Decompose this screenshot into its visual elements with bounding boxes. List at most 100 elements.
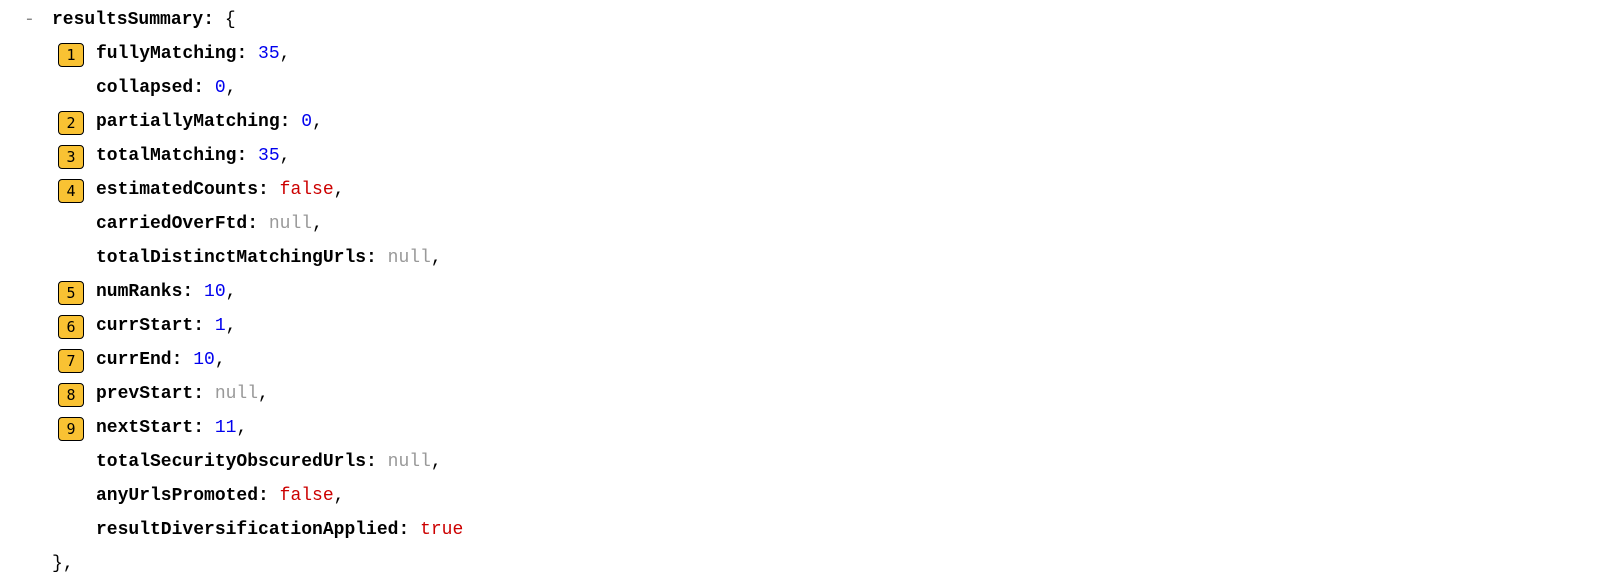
collapse-toggle-icon[interactable]: -: [24, 4, 44, 37]
colon: :: [247, 208, 269, 241]
comma: ,: [334, 174, 345, 207]
property-value: 0: [215, 72, 226, 105]
gutter: 8: [6, 383, 96, 407]
property-value: 0: [301, 106, 312, 139]
property-value: null: [215, 378, 258, 411]
property-key: currEnd: [96, 344, 172, 377]
colon: :: [193, 412, 215, 445]
property-key: anyUrlsPromoted: [96, 480, 258, 513]
colon: :: [398, 514, 420, 547]
property-value: 11: [215, 412, 237, 445]
property-row: 9 nextStart: 11,: [6, 412, 1600, 446]
comma: ,: [431, 446, 442, 479]
property-key: totalDistinctMatchingUrls: [96, 242, 366, 275]
property-row: totalDistinctMatchingUrls: null,: [6, 242, 1600, 276]
root-key: resultsSummary: [52, 4, 203, 37]
property-row: 7 currEnd: 10,: [6, 344, 1600, 378]
comma: ,: [334, 480, 345, 513]
comma: ,: [312, 106, 323, 139]
property-key: totalSecurityObscuredUrls: [96, 446, 366, 479]
colon: :: [172, 344, 194, 377]
colon: :: [193, 72, 215, 105]
property-row: 8 prevStart: null,: [6, 378, 1600, 412]
gutter: 6: [6, 315, 96, 339]
property-row: carriedOverFtd: null,: [6, 208, 1600, 242]
comma: ,: [226, 276, 237, 309]
gutter: 2: [6, 111, 96, 135]
comma: ,: [280, 38, 291, 71]
property-row: anyUrlsPromoted: false,: [6, 480, 1600, 514]
property-row: resultDiversificationApplied: true: [6, 514, 1600, 548]
property-value: false: [280, 480, 334, 513]
property-row: collapsed: 0,: [6, 72, 1600, 106]
comma: ,: [226, 72, 237, 105]
close-brace: }: [52, 548, 63, 581]
property-key: prevStart: [96, 378, 193, 411]
colon: :: [236, 38, 258, 71]
property-key: nextStart: [96, 412, 193, 445]
property-key: resultDiversificationApplied: [96, 514, 398, 547]
property-key: totalMatching: [96, 140, 236, 173]
property-row: 6 currStart: 1,: [6, 310, 1600, 344]
object-footer: } ,: [6, 548, 1600, 582]
colon: :: [366, 446, 388, 479]
annotation-badge[interactable]: 6: [58, 315, 84, 339]
annotation-badge[interactable]: 7: [58, 349, 84, 373]
property-value: null: [388, 446, 431, 479]
property-value: 35: [258, 38, 280, 71]
comma: ,: [215, 344, 226, 377]
object-header[interactable]: - resultsSummary : {: [6, 4, 1600, 38]
property-row: 5numRanks: 10,: [6, 276, 1600, 310]
trailing-comma: ,: [63, 548, 74, 581]
annotation-badge[interactable]: 2: [58, 111, 84, 135]
colon: :: [193, 378, 215, 411]
colon: :: [203, 4, 225, 37]
comma: ,: [280, 140, 291, 173]
json-tree: - resultsSummary : { 1fullyMatching: 35,…: [6, 4, 1600, 582]
property-value: true: [420, 514, 463, 547]
property-value: 10: [193, 344, 215, 377]
property-row: 3 totalMatching: 35,: [6, 140, 1600, 174]
property-key: collapsed: [96, 72, 193, 105]
property-key: carriedOverFtd: [96, 208, 247, 241]
property-row: 4 estimatedCounts: false,: [6, 174, 1600, 208]
gutter: 1: [6, 43, 96, 67]
colon: :: [236, 140, 258, 173]
colon: :: [193, 310, 215, 343]
property-key: numRanks: [96, 276, 182, 309]
annotation-badge[interactable]: 5: [58, 281, 84, 305]
property-key: partiallyMatching: [96, 106, 280, 139]
colon: :: [366, 242, 388, 275]
property-row: 2 partiallyMatching: 0,: [6, 106, 1600, 140]
colon: :: [258, 480, 280, 513]
comma: ,: [312, 208, 323, 241]
property-key: fullyMatching: [96, 38, 236, 71]
colon: :: [280, 106, 302, 139]
object-body: 1fullyMatching: 35,collapsed: 0,2partial…: [6, 38, 1600, 548]
comma: ,: [226, 310, 237, 343]
gutter: 3: [6, 145, 96, 169]
property-key: estimatedCounts: [96, 174, 258, 207]
property-row: totalSecurityObscuredUrls: null,: [6, 446, 1600, 480]
annotation-badge[interactable]: 8: [58, 383, 84, 407]
property-value: 10: [204, 276, 226, 309]
colon: :: [258, 174, 280, 207]
open-brace: {: [225, 4, 236, 37]
gutter: 4: [6, 179, 96, 203]
gutter: 5: [6, 281, 96, 305]
property-value: null: [388, 242, 431, 275]
comma: ,: [258, 378, 269, 411]
property-value: false: [280, 174, 334, 207]
property-value: 1: [215, 310, 226, 343]
comma: ,: [431, 242, 442, 275]
property-value: null: [269, 208, 312, 241]
annotation-badge[interactable]: 3: [58, 145, 84, 169]
comma: ,: [236, 412, 247, 445]
property-row: 1 fullyMatching: 35,: [6, 38, 1600, 72]
property-value: 35: [258, 140, 280, 173]
gutter: 7: [6, 349, 96, 373]
annotation-badge[interactable]: 9: [58, 417, 84, 441]
annotation-badge[interactable]: 4: [58, 179, 84, 203]
property-key: currStart: [96, 310, 193, 343]
annotation-badge[interactable]: 1: [58, 43, 84, 67]
